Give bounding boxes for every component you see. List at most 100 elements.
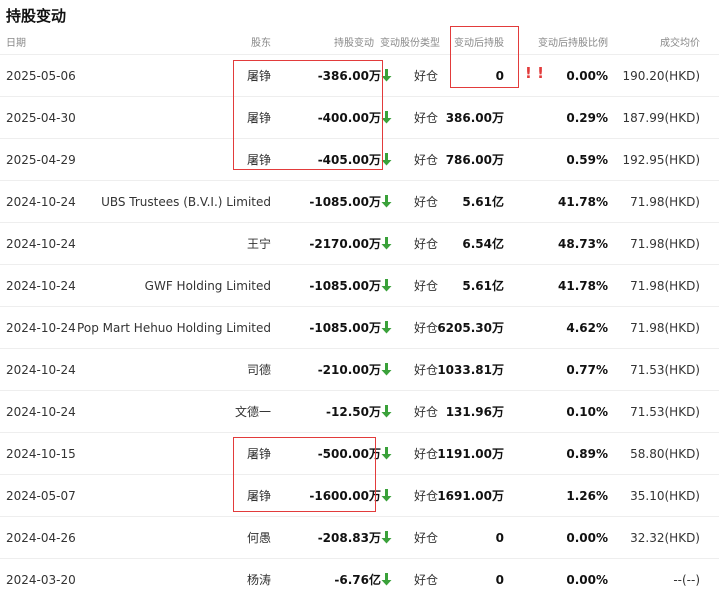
row-holder[interactable]: 司德 — [247, 349, 271, 391]
col-type-header[interactable]: 变动股份类型 — [380, 34, 440, 49]
row-type: 好仓 — [414, 153, 439, 167]
row-change: -405.00万 — [317, 153, 381, 167]
row-change: -1085.00万 — [309, 321, 381, 335]
row-date: 2024-03-20 — [6, 573, 76, 587]
col-date-header[interactable]: 日期 — [6, 34, 26, 49]
row-holder[interactable]: 文德一 — [235, 391, 271, 433]
row-ratio: 0.77% — [566, 363, 608, 377]
row-after-holding: 1691.00万 — [437, 489, 504, 503]
table-row[interactable]: 2024-10-24 UBS Trustees (B.V.I.) Limited -… — [0, 180, 719, 222]
row-change: -210.00万 — [317, 363, 381, 377]
row-price: --(--) — [673, 573, 700, 587]
row-price: 71.98(HKD) — [630, 237, 700, 251]
table-row[interactable]: 2024-10-15 屠铮 -500.00万 好仓 1191.00万 0.89% 58.80… — [0, 432, 719, 474]
table-row[interactable]: 2024-05-07 屠铮 -1600.00万 好仓 1691.00万 1.26% 35.1… — [0, 474, 719, 516]
row-change: -500.00万 — [317, 447, 381, 461]
row-date: 2024-10-24 — [6, 363, 76, 377]
exclamation-annotation: ! ! — [525, 64, 544, 82]
row-date: 2024-10-24 — [6, 237, 76, 251]
row-price: 58.80(HKD) — [630, 447, 700, 461]
col-change-header[interactable]: 持股变动 — [334, 34, 374, 49]
row-change: -208.83万 — [317, 531, 381, 545]
row-date: 2024-10-24 — [6, 405, 76, 419]
holdings-table: 2025-05-06 屠铮 -386.00万 好仓 0 0.00% 190.20(HKD) 2… — [0, 54, 719, 600]
row-date: 2024-10-15 — [6, 447, 76, 461]
page-title: 持股变动 — [6, 7, 67, 25]
row-change: -1085.00万 — [309, 195, 381, 209]
row-holder[interactable]: 屠铮 — [247, 475, 271, 517]
down-arrow-icon — [381, 391, 393, 433]
row-type: 好仓 — [414, 195, 439, 209]
col-price-header[interactable]: 成交均价 — [660, 34, 700, 49]
row-type: 好仓 — [414, 237, 439, 251]
row-change: -386.00万 — [317, 69, 381, 83]
down-arrow-icon — [381, 307, 393, 349]
row-after-holding: 6205.30万 — [437, 321, 504, 335]
row-holder[interactable]: 屠铮 — [247, 97, 271, 139]
row-change: -6.76亿 — [334, 573, 381, 587]
row-price: 71.53(HKD) — [630, 363, 700, 377]
row-price: 187.99(HKD) — [622, 111, 700, 125]
row-ratio: 41.78% — [558, 195, 608, 209]
down-arrow-icon — [381, 517, 393, 559]
row-after-holding: 0 — [495, 531, 504, 545]
row-type: 好仓 — [414, 489, 439, 503]
row-after-holding: 0 — [495, 573, 504, 587]
table-row[interactable]: 2025-05-06 屠铮 -386.00万 好仓 0 0.00% 190.20(HKD) — [0, 54, 719, 96]
down-arrow-icon — [381, 55, 393, 97]
row-price: 35.10(HKD) — [630, 489, 700, 503]
table-row[interactable]: 2024-10-24 司德 -210.00万 好仓 1033.81万 0.77% 71.53… — [0, 348, 719, 390]
row-date: 2025-04-29 — [6, 153, 76, 167]
row-after-holding: 1033.81万 — [437, 363, 504, 377]
col-holder-header[interactable]: 股东 — [251, 34, 271, 49]
row-change: -12.50万 — [326, 405, 381, 419]
row-price: 192.95(HKD) — [622, 153, 700, 167]
row-holder[interactable]: GWF Holding Limited — [145, 265, 271, 307]
row-ratio: 4.62% — [566, 321, 608, 335]
row-after-holding: 1191.00万 — [437, 447, 504, 461]
table-row[interactable]: 2024-04-26 何愚 -208.83万 好仓 0 0.00% 32.32(HKD) — [0, 516, 719, 558]
row-holder[interactable]: 王宁 — [247, 223, 271, 265]
row-holder[interactable]: 杨涛 — [247, 559, 271, 601]
row-holder[interactable]: 屠铮 — [247, 55, 271, 97]
col-after-header[interactable]: 变动后持股 — [454, 34, 504, 49]
row-date: 2024-10-24 — [6, 195, 76, 209]
table-row[interactable]: 2024-03-20 杨涛 -6.76亿 好仓 0 0.00% --(--) — [0, 558, 719, 600]
down-arrow-icon — [381, 433, 393, 475]
row-ratio: 41.78% — [558, 279, 608, 293]
row-date: 2024-05-07 — [6, 489, 76, 503]
down-arrow-icon — [381, 475, 393, 517]
row-holder[interactable]: 何愚 — [247, 517, 271, 559]
row-change: -400.00万 — [317, 111, 381, 125]
table-row[interactable]: 2024-10-24 文德一 -12.50万 好仓 131.96万 0.10% 71.53(… — [0, 390, 719, 432]
row-holder[interactable]: 屠铮 — [247, 139, 271, 181]
row-ratio: 48.73% — [558, 237, 608, 251]
row-price: 32.32(HKD) — [630, 531, 700, 545]
row-date: 2024-10-24 — [6, 321, 76, 335]
table-row[interactable]: 2024-10-24 GWF Holding Limited -1085.00万 好仓… — [0, 264, 719, 306]
row-ratio: 0.59% — [566, 153, 608, 167]
row-price: 71.98(HKD) — [630, 321, 700, 335]
row-ratio: 1.26% — [566, 489, 608, 503]
row-date: 2024-04-26 — [6, 531, 76, 545]
table-row[interactable]: 2025-04-29 屠铮 -405.00万 好仓 786.00万 0.59% 192.95… — [0, 138, 719, 180]
row-type: 好仓 — [414, 69, 439, 83]
row-holder[interactable]: 屠铮 — [247, 433, 271, 475]
table-header: 日期 股东 持股变动 变动股份类型 变动后持股 变动后持股比例 成交均价 — [0, 34, 719, 50]
table-row[interactable]: 2024-10-24 Pop Mart Hehuo Holding Limited… — [0, 306, 719, 348]
row-after-holding: 386.00万 — [445, 111, 504, 125]
row-price: 190.20(HKD) — [622, 69, 700, 83]
table-row[interactable]: 2024-10-24 王宁 -2170.00万 好仓 6.54亿 48.73% 71.98(… — [0, 222, 719, 264]
row-date: 2024-10-24 — [6, 279, 76, 293]
table-row[interactable]: 2025-04-30 屠铮 -400.00万 好仓 386.00万 0.29% 187.99… — [0, 96, 719, 138]
row-holder[interactable]: Pop Mart Hehuo Holding Limited — [77, 307, 271, 349]
row-change: -1085.00万 — [309, 279, 381, 293]
row-type: 好仓 — [414, 363, 439, 377]
row-holder[interactable]: UBS Trustees (B.V.I.) Limited — [101, 181, 271, 223]
row-ratio: 0.10% — [566, 405, 608, 419]
col-ratio-header[interactable]: 变动后持股比例 — [538, 34, 608, 49]
down-arrow-icon — [381, 265, 393, 307]
row-ratio: 0.29% — [566, 111, 608, 125]
row-ratio: 0.89% — [566, 447, 608, 461]
row-after-holding: 5.61亿 — [462, 279, 504, 293]
